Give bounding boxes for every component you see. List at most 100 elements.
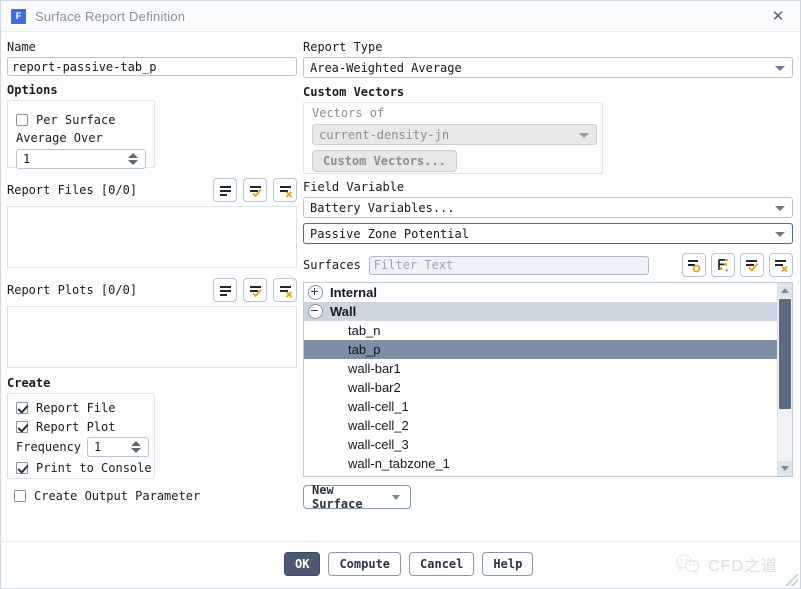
report-plots-label: Report Plots [0/0] <box>7 282 138 297</box>
field-variable-sub-value: Passive Zone Potential <box>310 226 469 241</box>
surface-report-definition-dialog: F Surface Report Definition ✕ Name Optio… <box>0 0 801 589</box>
surface-tree-row[interactable]: wall-n_tabzone_1 <box>304 454 777 473</box>
frequency-value: 1 <box>94 440 102 454</box>
surface-tree-row[interactable]: tab_n <box>304 321 777 340</box>
custom-vectors-label: Custom Vectors <box>303 85 405 99</box>
surface-tree-label: wall-cell_2 <box>348 418 409 433</box>
wechat-icon <box>676 554 700 575</box>
report-file-checkbox[interactable] <box>16 401 28 414</box>
dialog-body: Name Options Per Surface Average Over 1 … <box>1 32 800 541</box>
frequency-stepper[interactable]: 1 <box>87 437 150 457</box>
cancel-button[interactable]: Cancel <box>409 552 475 576</box>
field-variable-sub-select[interactable]: Passive Zone Potential <box>303 223 793 244</box>
tree-filter-icon[interactable] <box>711 253 735 277</box>
surface-tree-row[interactable]: wall-cell_2 <box>304 416 777 435</box>
surface-tree-row[interactable]: wall-cell_1 <box>304 397 777 416</box>
surface-tree-row[interactable]: wall-bar2 <box>304 378 777 397</box>
create-output-parameter-checkbox[interactable] <box>14 489 26 502</box>
dialog-footer: OK Compute Cancel Help CFD之道 <box>1 541 800 588</box>
per-surface-row[interactable]: Per Surface <box>16 110 154 129</box>
surface-tree-row[interactable]: wall-bar1 <box>304 359 777 378</box>
surface-tree-label: tab_n <box>348 323 381 338</box>
stepper-up-icon[interactable] <box>128 153 138 158</box>
average-over-label: Average Over <box>16 131 103 145</box>
list-check-icon[interactable] <box>740 253 764 277</box>
surface-tree-row[interactable]: wall-cell_3 <box>304 435 777 454</box>
collapse-icon[interactable] <box>308 304 323 319</box>
right-panel: Report Type Area-Weighted Average Custom… <box>297 32 801 541</box>
list-icon[interactable] <box>213 178 237 202</box>
surfaces-toolbar: Surfaces <box>303 253 793 277</box>
surfaces-filter-input[interactable] <box>368 255 649 275</box>
list-delete-icon[interactable] <box>273 178 297 202</box>
print-to-console-checkbox[interactable] <box>16 461 28 474</box>
report-files-list[interactable] <box>7 206 297 268</box>
footer-button-row: OK Compute Cancel Help <box>284 552 534 576</box>
create-output-parameter-row[interactable]: Create Output Parameter <box>14 486 297 505</box>
create-group: Report File Report Plot Frequency 1 Prin… <box>7 393 155 479</box>
chevron-down-icon <box>579 132 589 138</box>
report-type-select[interactable]: Area-Weighted Average <box>303 57 793 78</box>
surfaces-tree-rows: Internal Wall tab_n tab_p wall-bar1 wall-bar2… <box>304 283 777 476</box>
average-over-stepper[interactable]: 1 <box>16 149 146 169</box>
stepper-down-icon[interactable] <box>128 160 138 165</box>
surface-tree-label: Internal <box>330 285 377 300</box>
report-file-row[interactable]: Report File <box>16 398 154 417</box>
scrollbar-thumb[interactable] <box>779 299 791 409</box>
resize-grip[interactable] <box>786 574 798 586</box>
surface-tree-label: wall-n_tabzone_1 <box>348 456 450 471</box>
left-panel: Name Options Per Surface Average Over 1 … <box>1 32 297 541</box>
surface-tree-row[interactable]: tab_p <box>304 340 777 359</box>
list-icon[interactable] <box>213 278 237 302</box>
surface-tree-row[interactable]: Wall <box>304 302 777 321</box>
vectors-of-select: current-density-jn <box>312 124 597 145</box>
help-button[interactable]: Help <box>482 552 534 576</box>
surface-tree-label: wall-bar2 <box>348 380 401 395</box>
print-to-console-row[interactable]: Print to Console <box>16 458 154 477</box>
surface-tree-row[interactable]: Internal <box>304 283 777 302</box>
per-surface-label: Per Surface <box>36 112 116 127</box>
list-delete-icon[interactable] <box>273 278 297 302</box>
surfaces-label: Surfaces <box>303 257 361 272</box>
chevron-down-icon <box>392 494 400 500</box>
new-surface-label: New Surface <box>312 483 363 511</box>
compute-button[interactable]: Compute <box>328 552 402 576</box>
report-plot-checkbox[interactable] <box>16 420 28 433</box>
frequency-row: Frequency 1 <box>16 436 154 458</box>
report-plots-list[interactable] <box>7 306 297 368</box>
field-variable-select[interactable]: Battery Variables... <box>303 197 793 218</box>
create-output-parameter-label: Create Output Parameter <box>34 488 201 503</box>
scroll-up-icon[interactable] <box>778 283 792 298</box>
ok-button[interactable]: OK <box>284 552 321 576</box>
report-files-header: Report Files [0/0] <box>7 178 297 202</box>
name-input[interactable] <box>7 57 297 76</box>
window-title: Surface Report Definition <box>35 8 186 24</box>
surfaces-tree[interactable]: Internal Wall tab_n tab_p wall-bar1 wall-bar2… <box>303 282 793 477</box>
report-file-label: Report File <box>36 400 116 415</box>
options-label: Options <box>7 83 58 97</box>
watermark-text: CFD之道 <box>708 558 778 575</box>
fluent-f-icon: F <box>11 8 26 24</box>
stepper-up-icon[interactable] <box>131 441 142 446</box>
title-bar: F Surface Report Definition ✕ <box>1 1 800 32</box>
per-surface-checkbox[interactable] <box>16 113 28 126</box>
vectors-of-value: current-density-jn <box>319 127 450 142</box>
field-variable-value: Battery Variables... <box>310 200 455 215</box>
list-delete-icon[interactable] <box>769 253 793 277</box>
field-variable-label: Field Variable <box>303 180 405 194</box>
list-check-icon[interactable] <box>243 178 267 202</box>
frequency-label: Frequency <box>16 440 82 454</box>
watermark: CFD之道 <box>675 552 778 576</box>
custom-vectors-group: Vectors of current-density-jn Custom Vec… <box>303 102 603 174</box>
stepper-down-icon[interactable] <box>131 448 142 453</box>
custom-vectors-button: Custom Vectors... <box>312 150 457 172</box>
report-plot-row[interactable]: Report Plot <box>16 417 154 436</box>
scroll-down-icon[interactable] <box>778 461 792 476</box>
list-circle-icon[interactable] <box>682 253 706 277</box>
expand-icon[interactable] <box>308 285 323 300</box>
vectors-of-label: Vectors of <box>312 106 385 120</box>
new-surface-button[interactable]: New Surface <box>303 483 411 511</box>
surfaces-scrollbar[interactable] <box>777 283 792 476</box>
close-icon[interactable]: ✕ <box>756 1 800 30</box>
list-check-icon[interactable] <box>243 278 267 302</box>
